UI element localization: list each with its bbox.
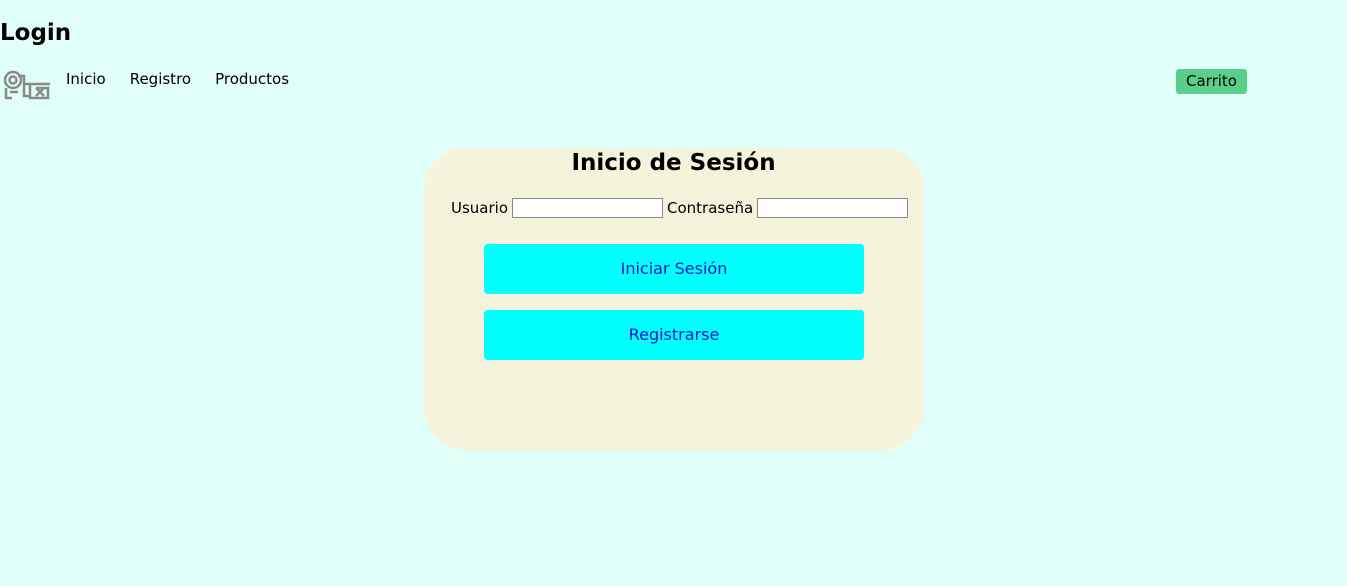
username-input[interactable] (512, 198, 664, 218)
nav-link-registro[interactable]: Registro (130, 70, 191, 88)
password-input[interactable] (757, 198, 909, 218)
login-card-title: Inicio de Sesión (571, 150, 776, 176)
login-form-row: Usuario Contraseña (451, 198, 912, 218)
main-nav: Inicio Registro Productos (66, 70, 313, 88)
page-title: Login (0, 20, 72, 46)
password-label: Contraseña (667, 199, 754, 217)
register-button[interactable]: Registrarse (484, 310, 864, 360)
nav-link-productos[interactable]: Productos (215, 70, 289, 88)
login-card (424, 148, 924, 450)
username-label: Usuario (451, 199, 509, 217)
login-button[interactable]: Iniciar Sesión (484, 244, 864, 294)
nav-link-inicio[interactable]: Inicio (66, 70, 106, 88)
site-logo-icon[interactable] (2, 68, 52, 106)
cart-button[interactable]: Carrito (1176, 69, 1247, 94)
